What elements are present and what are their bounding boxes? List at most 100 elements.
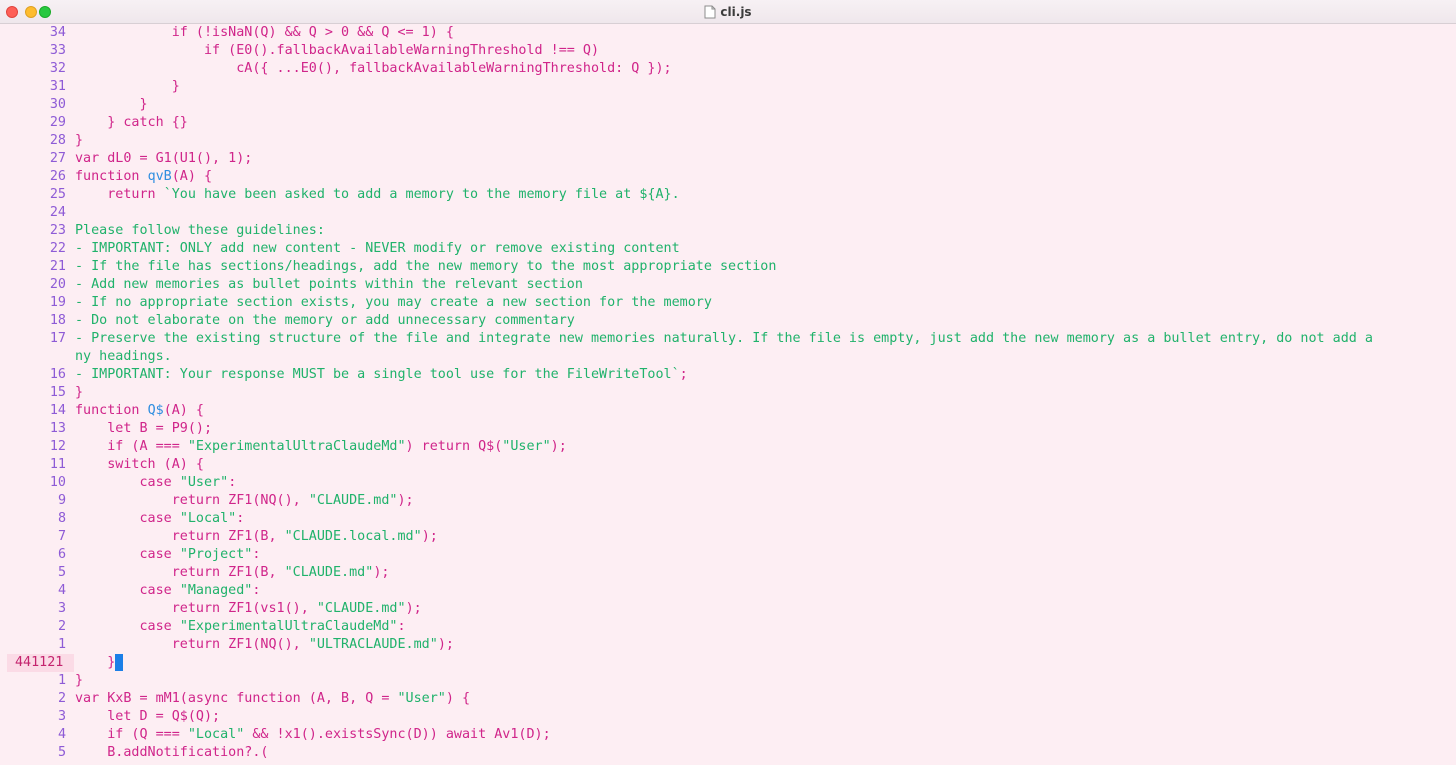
code-line[interactable]: 18 - Do not elaborate on the memory or ad…: [0, 312, 1456, 330]
code-line[interactable]: 31 }: [0, 78, 1456, 96]
code-text: - Preserve the existing structure of the…: [75, 330, 1373, 348]
text-cursor: [115, 654, 124, 671]
line-number: 17: [49, 331, 66, 346]
code-line[interactable]: 24: [0, 204, 1456, 222]
line-number: 22: [49, 241, 66, 256]
code-line[interactable]: 9 return ZF1(NQ(), "CLAUDE.md");: [0, 492, 1456, 510]
line-number: 33: [49, 43, 66, 58]
code-line[interactable]: 1 return ZF1(NQ(), "ULTRACLAUDE.md");: [0, 636, 1456, 654]
code-line[interactable]: 8 case "Local":: [0, 510, 1456, 528]
code-line[interactable]: 17 - Preserve the existing structure of t…: [0, 330, 1456, 348]
code-line[interactable]: 11 switch (A) {: [0, 456, 1456, 474]
code-token: );: [437, 637, 454, 652]
code-token: return ZF1(vs1(),: [171, 601, 317, 616]
code-line[interactable]: 3 let D = Q$(Q);: [0, 708, 1456, 726]
line-number: 29: [49, 115, 66, 130]
code-line[interactable]: 15}: [0, 384, 1456, 402]
code-line[interactable]: 25 return `You have been asked to add a …: [0, 186, 1456, 204]
code-line[interactable]: 30 }: [0, 96, 1456, 114]
code-text: B.addNotification?.(: [75, 744, 268, 762]
code-line[interactable]: 1}: [0, 672, 1456, 690]
line-number: 8: [57, 511, 66, 526]
code-text: } catch {}: [75, 114, 188, 132]
code-token: case: [139, 511, 180, 526]
code-line[interactable]: 23 Please follow these guidelines:: [0, 222, 1456, 240]
code-token: if (Q ===: [107, 727, 188, 742]
line-number: 32: [49, 61, 66, 76]
code-line[interactable]: 32 cA({ ...E0(), fallbackAvailableWarnin…: [0, 60, 1456, 78]
code-token: "CLAUDE.local.md": [284, 529, 422, 544]
code-token: - IMPORTANT: ONLY add new content - NEVE…: [75, 241, 680, 256]
code-token: - Preserve the existing structure of the…: [75, 331, 1373, 346]
code-line[interactable]: 13 let B = P9();: [0, 420, 1456, 438]
line-number: 4: [57, 727, 66, 742]
code-line[interactable]: 16 - IMPORTANT: Your response MUST be a s…: [0, 366, 1456, 384]
js-file-icon: [704, 5, 716, 19]
code-line[interactable]: 26 function qvB(A) {: [0, 168, 1456, 186]
code-token: if (A ===: [107, 439, 188, 454]
code-text: if (!isNaN(Q) && Q > 0 && Q <= 1) {: [75, 24, 454, 42]
code-token: - IMPORTANT: Your response MUST be a sin…: [75, 367, 680, 382]
line-number: 11: [49, 457, 66, 472]
line-number: 2: [57, 619, 66, 634]
code-token: }: [75, 673, 84, 688]
code-token: }: [139, 97, 148, 112]
code-line[interactable]: 34 if (!isNaN(Q) && Q > 0 && Q <= 1) {: [0, 24, 1456, 42]
code-line[interactable]: 5 return ZF1(B, "CLAUDE.md");: [0, 564, 1456, 582]
code-line[interactable]: 28}: [0, 132, 1456, 150]
code-line[interactable]: ny headings.: [0, 348, 1456, 366]
code-text: - IMPORTANT: Your response MUST be a sin…: [75, 366, 688, 384]
code-text: - If the file has sections/headings, add…: [75, 258, 776, 276]
code-line[interactable]: 10 case "User":: [0, 474, 1456, 492]
code-line-current[interactable]: 441121 }: [0, 654, 1456, 672]
code-token: Please follow these guidelines:: [75, 223, 325, 238]
code-token: return: [107, 187, 164, 202]
code-line[interactable]: 7 return ZF1(B, "CLAUDE.local.md");: [0, 528, 1456, 546]
code-token: ny headings.: [75, 349, 172, 364]
line-number: 27: [49, 151, 66, 166]
code-text: - Do not elaborate on the memory or add …: [75, 312, 575, 330]
code-token: }: [171, 79, 180, 94]
code-line[interactable]: 2 case "ExperimentalUltraClaudeMd":: [0, 618, 1456, 636]
code-line[interactable]: 6 case "Project":: [0, 546, 1456, 564]
code-text: function Q$(A) {: [75, 402, 204, 420]
line-number: 20: [49, 277, 66, 292]
code-token: (A) {: [171, 169, 213, 184]
code-text: let B = P9();: [75, 420, 212, 438]
code-line[interactable]: 2 var KxB = mM1(async function (A, B, Q =…: [0, 690, 1456, 708]
code-line[interactable]: 29 } catch {}: [0, 114, 1456, 132]
window-title: cli.js: [0, 0, 1456, 24]
line-number: 28: [49, 133, 66, 148]
code-token: - If the file has sections/headings, add…: [75, 259, 777, 274]
line-number: 12: [49, 439, 66, 454]
code-line[interactable]: 12 if (A === "ExperimentalUltraClaudeMd"…: [0, 438, 1456, 456]
code-token: "User": [397, 691, 446, 706]
line-number: 13: [49, 421, 66, 436]
code-line[interactable]: 20 - Add new memories as bullet points wi…: [0, 276, 1456, 294]
code-line[interactable]: 4 case "Managed":: [0, 582, 1456, 600]
code-text: Please follow these guidelines:: [75, 222, 325, 240]
code-token: let D = Q$(Q);: [107, 709, 221, 724]
code-line[interactable]: 19 - If no appropriate section exists, yo…: [0, 294, 1456, 312]
code-token: return ZF1(NQ(),: [171, 493, 309, 508]
code-token: "Project": [179, 547, 253, 562]
code-line[interactable]: 21 - If the file has sections/headings, a…: [0, 258, 1456, 276]
code-line[interactable]: 5 B.addNotification?.(: [0, 744, 1456, 762]
code-line[interactable]: 27 var dL0 = G1(U1(), 1);: [0, 150, 1456, 168]
code-editor[interactable]: 34 if (!isNaN(Q) && Q > 0 && Q <= 1) {33…: [0, 24, 1456, 765]
line-number: 24: [49, 205, 66, 220]
code-line[interactable]: 33 if (E0().fallbackAvailableWarningThre…: [0, 42, 1456, 60]
line-number: 18: [49, 313, 66, 328]
line-number: 25: [49, 187, 66, 202]
code-line[interactable]: 22 - IMPORTANT: ONLY add new content - NE…: [0, 240, 1456, 258]
code-token: case: [139, 547, 180, 562]
code-token: `You have been asked to add a memory to …: [163, 187, 680, 202]
code-text: cA({ ...E0(), fallbackAvailableWarningTh…: [75, 60, 671, 78]
code-line[interactable]: 4 if (Q === "Local" && !x1().existsSync(…: [0, 726, 1456, 744]
line-number: 1: [57, 637, 66, 652]
code-line[interactable]: 14 function Q$(A) {: [0, 402, 1456, 420]
code-token: if (E0().fallbackAvailableWarningThresho…: [204, 43, 600, 58]
code-token: if (!isNaN(Q) && Q > 0 && Q <= 1) {: [171, 25, 454, 40]
code-line[interactable]: 3 return ZF1(vs1(), "CLAUDE.md");: [0, 600, 1456, 618]
code-text: let D = Q$(Q);: [75, 708, 220, 726]
